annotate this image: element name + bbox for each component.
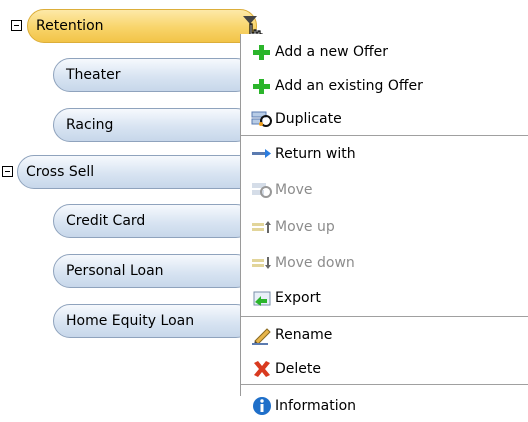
menu-item-label: Duplicate: [275, 111, 342, 127]
move-up-icon: [251, 217, 273, 237]
context-menu: Add a new Offer Add an existing Offer Du…: [240, 34, 528, 415]
menu-separator: [241, 135, 528, 136]
green-plus-icon: [251, 42, 273, 62]
menu-item-label: Move up: [275, 219, 335, 235]
tree-node-label: Theater: [66, 67, 121, 83]
tree-node-credit-card[interactable]: Credit Card: [53, 204, 253, 238]
menu-item-rename[interactable]: Rename: [241, 320, 332, 350]
tree-node-label: Retention: [36, 18, 104, 34]
menu-item-label: Delete: [275, 361, 321, 377]
menu-item-add-new-offer[interactable]: Add a new Offer: [241, 37, 388, 67]
tree-node-label: Credit Card: [66, 213, 146, 229]
menu-item-move-up[interactable]: Move up: [241, 212, 335, 242]
menu-item-information[interactable]: Information: [241, 391, 356, 421]
menu-item-move[interactable]: Move: [241, 175, 313, 205]
tree-node-cross-sell[interactable]: Cross Sell: [17, 155, 257, 189]
info-icon: [251, 396, 273, 416]
menu-item-label: Move down: [275, 255, 355, 271]
move-down-icon: [251, 253, 273, 273]
menu-item-label: Information: [275, 398, 357, 414]
menu-item-label: Move: [275, 182, 313, 198]
tree-node-label: Cross Sell: [26, 164, 95, 180]
menu-item-duplicate[interactable]: Duplicate: [241, 104, 342, 134]
collapse-toggle-retention[interactable]: [11, 20, 22, 31]
tree-node-theater[interactable]: Theater: [53, 58, 253, 92]
tree-node-personal-loan[interactable]: Personal Loan: [53, 254, 253, 288]
tree-node-retention[interactable]: Retention: [27, 9, 257, 43]
menu-item-label: Export: [275, 290, 321, 306]
menu-separator: [241, 384, 528, 385]
tree-node-racing[interactable]: Racing: [53, 108, 253, 142]
menu-separator: [241, 316, 528, 317]
move-icon: [251, 180, 273, 200]
red-x-icon: [251, 359, 273, 379]
menu-item-label: Add an existing Offer: [275, 78, 423, 94]
menu-item-delete[interactable]: Delete: [241, 354, 321, 384]
pencil-icon: [251, 325, 273, 345]
menu-item-return-with[interactable]: Return with: [241, 139, 356, 169]
collapse-toggle-cross-sell[interactable]: [2, 166, 13, 177]
green-plus-icon: [251, 76, 273, 96]
tree-node-label: Home Equity Loan: [66, 313, 195, 329]
menu-item-move-down[interactable]: Move down: [241, 248, 355, 278]
menu-item-label: Add a new Offer: [275, 44, 389, 60]
tree-node-label: Racing: [66, 117, 114, 133]
menu-item-export[interactable]: Export: [241, 283, 321, 313]
export-icon: [251, 288, 273, 308]
tree-node-home-equity-loan[interactable]: Home Equity Loan: [53, 304, 253, 338]
duplicate-icon: [251, 109, 273, 129]
return-arrow-icon: [251, 144, 273, 164]
menu-item-add-existing-offer[interactable]: Add an existing Offer: [241, 71, 423, 101]
menu-item-label: Return with: [275, 146, 356, 162]
menu-item-label: Rename: [275, 327, 333, 343]
tree-node-label: Personal Loan: [66, 263, 164, 279]
